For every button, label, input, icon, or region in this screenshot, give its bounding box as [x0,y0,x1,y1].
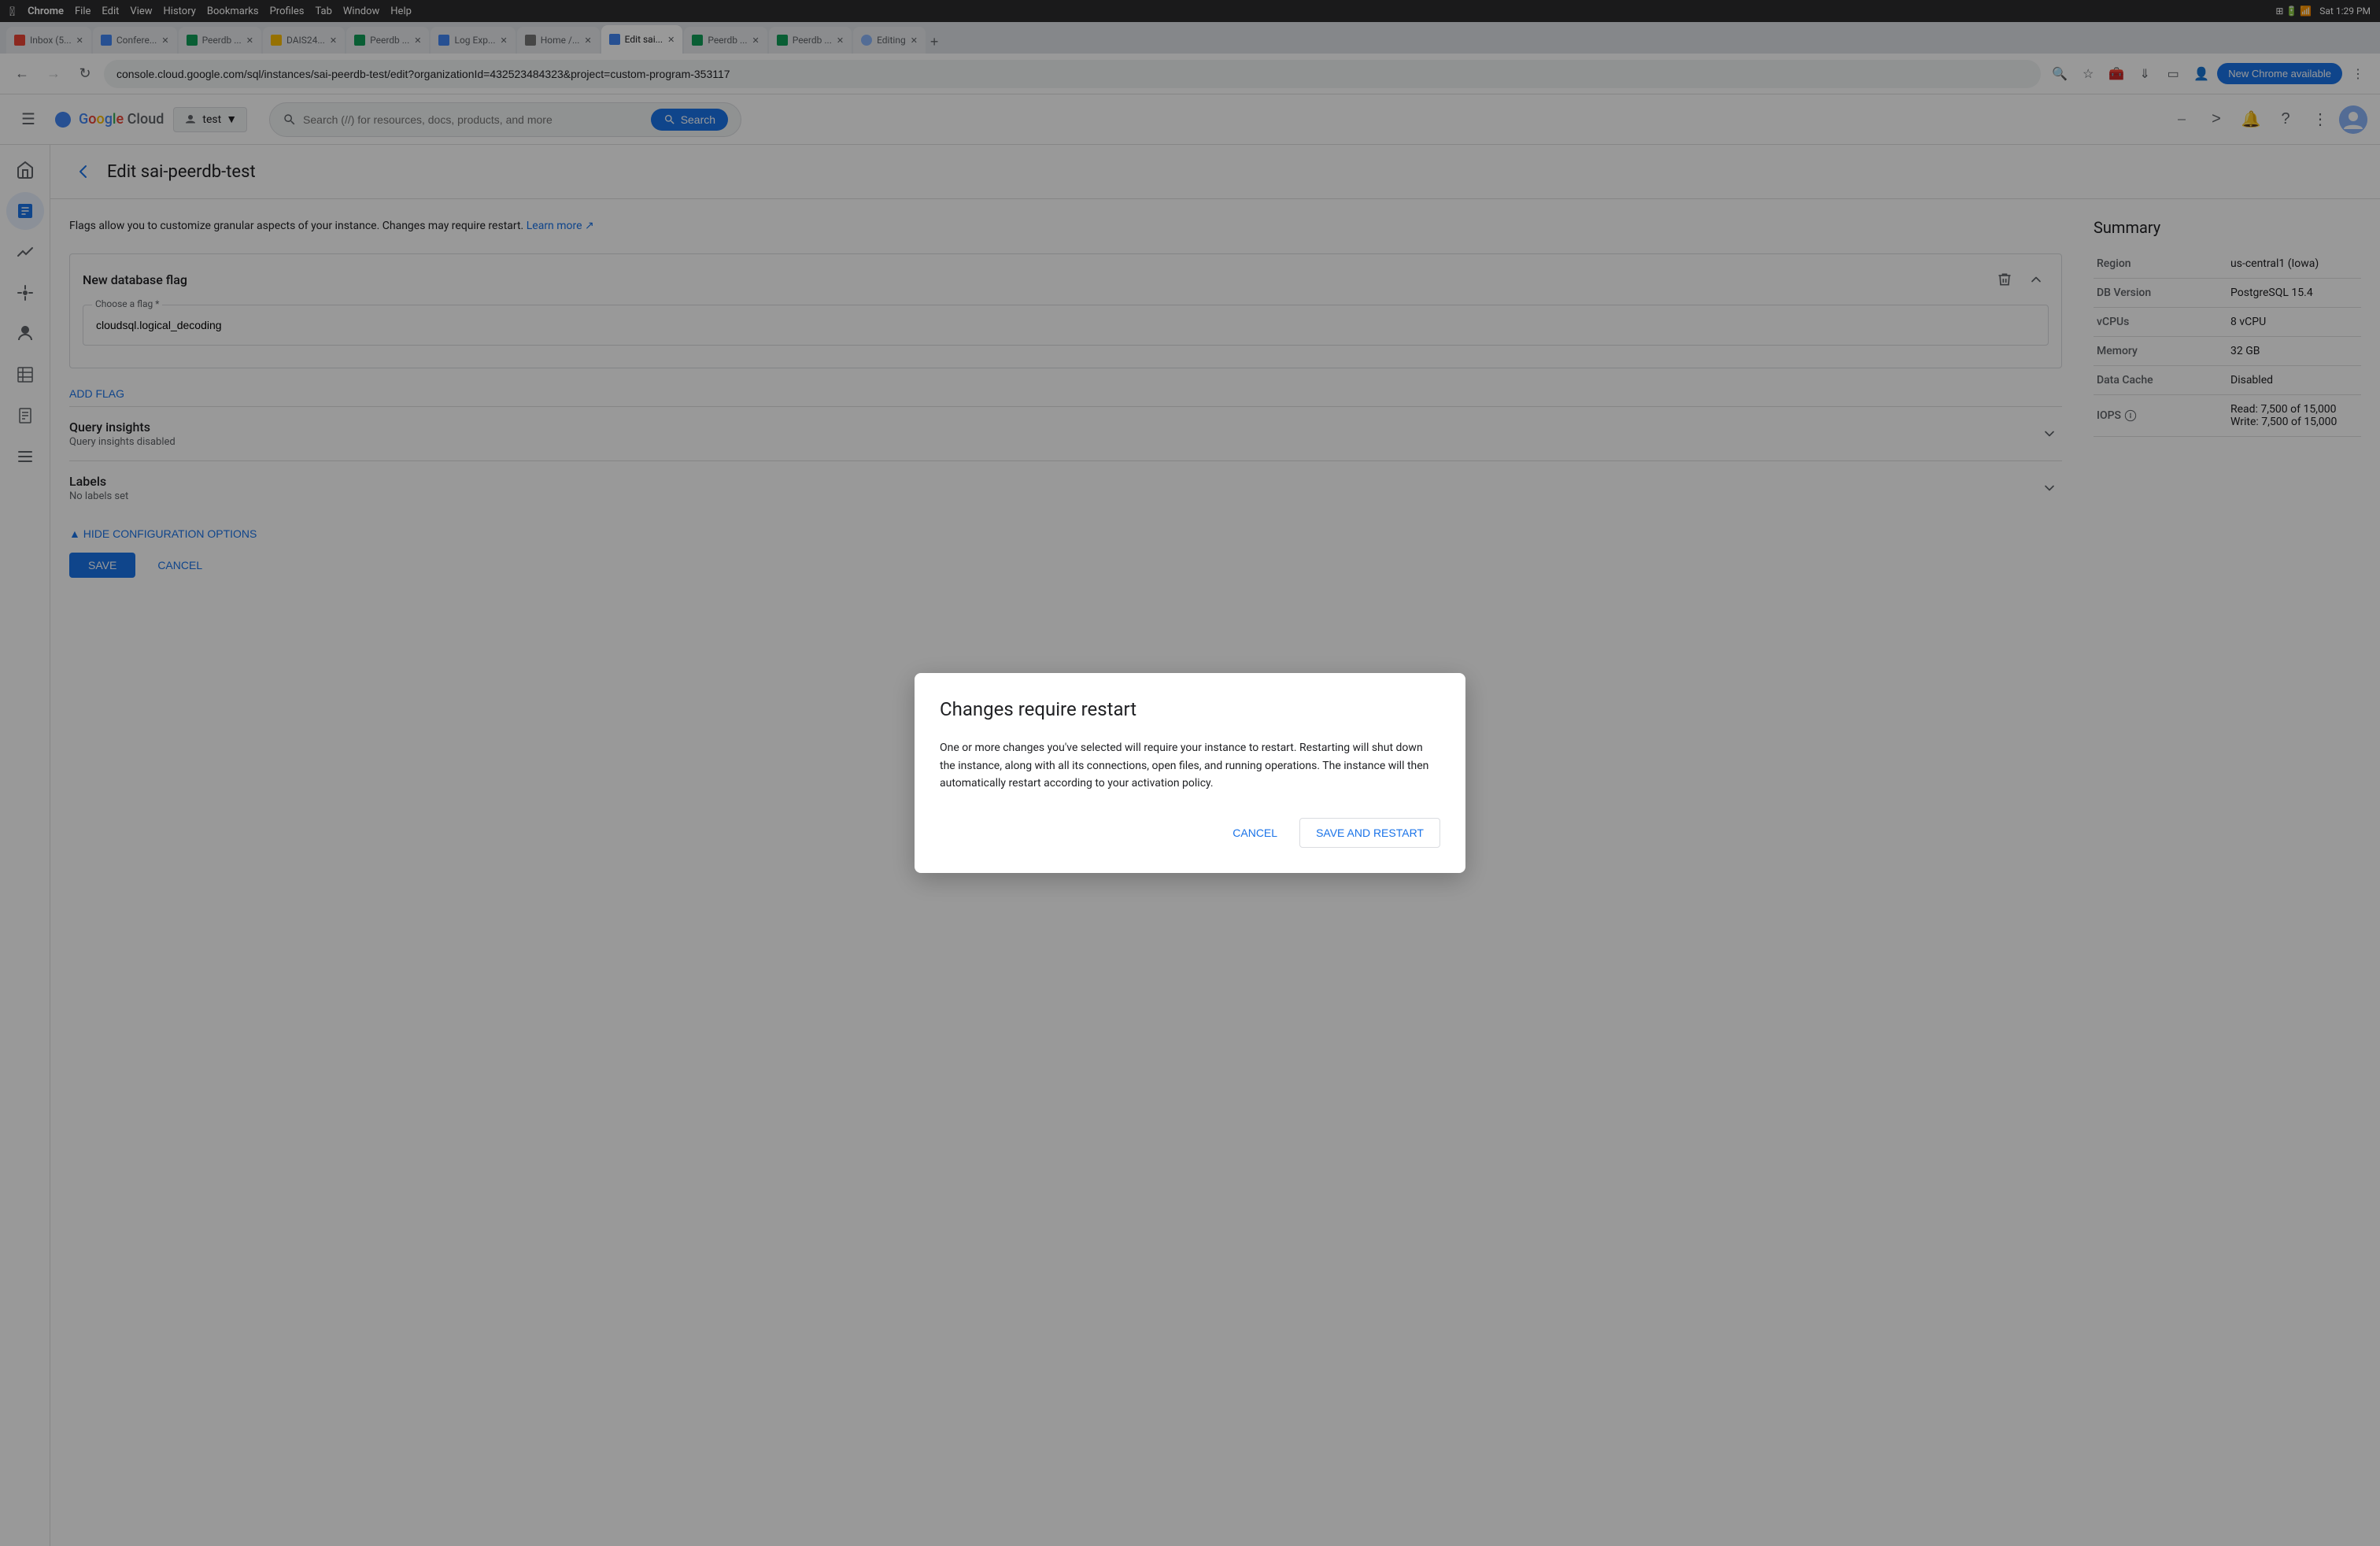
modal-save-restart-button[interactable]: SAVE AND RESTART [1299,818,1440,848]
modal-cancel-button[interactable]: CANCEL [1217,818,1293,848]
changes-require-restart-modal: Changes require restart One or more chan… [915,673,1465,872]
modal-body: One or more changes you've selected will… [940,739,1440,792]
modal-actions: CANCEL SAVE AND RESTART [940,818,1440,848]
modal-title: Changes require restart [940,698,1440,720]
modal-overlay: Changes require restart One or more chan… [0,0,2380,1546]
